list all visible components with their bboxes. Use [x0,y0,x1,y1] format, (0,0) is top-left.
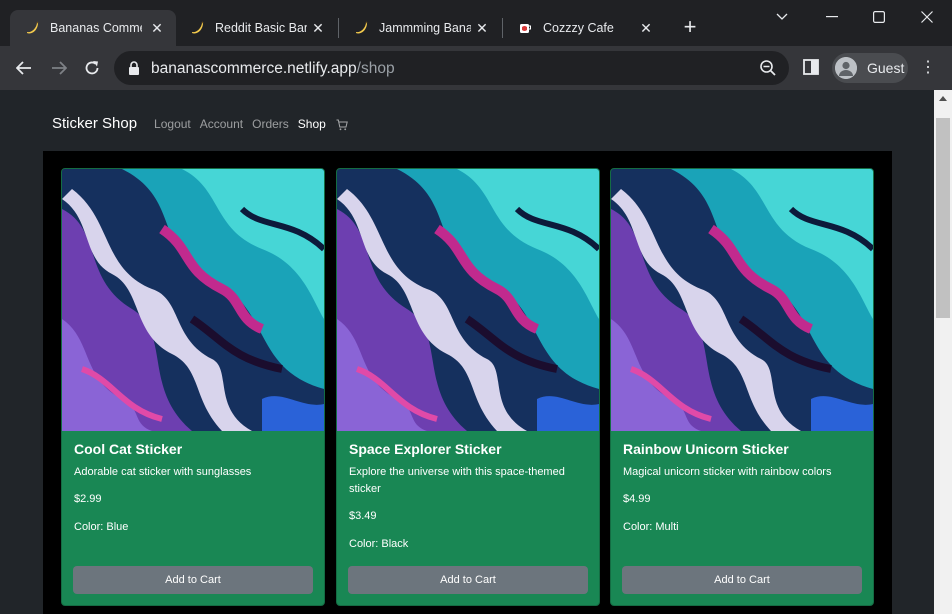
nav-account[interactable]: Account [200,117,243,131]
minimize-icon[interactable] [818,6,846,28]
tab-title: Reddit Basic Bananas [215,21,307,35]
nav-orders[interactable]: Orders [252,117,289,131]
page-container: Sticker Shop Logout Account Orders Shop [43,96,892,614]
back-arrow-icon[interactable] [12,56,36,80]
guest-avatar-icon [835,57,857,79]
card-body: Cool Cat Sticker Adorable cat sticker wi… [74,441,314,533]
product-description: Adorable cat sticker with sunglasses [74,466,252,478]
brand-link[interactable]: Sticker Shop [52,115,137,132]
zoom-icon[interactable] [759,59,777,77]
side-panel-icon[interactable] [803,59,821,77]
nav-logout[interactable]: Logout [154,117,191,131]
tab-reddit-basic-bananas[interactable]: Reddit Basic Bananas ✕ [175,10,337,46]
tab-search-icon[interactable] [768,6,796,28]
product-name: Space Explorer Sticker [349,441,502,457]
profile-label: Guest [867,60,905,76]
tab-strip: Bananas Commerce ✕ Reddit Basic Bananas … [0,0,952,46]
maximize-icon[interactable] [865,6,893,28]
product-price: $3.49 [349,510,377,522]
product-description: Explore the universe with this space-the… [349,466,565,495]
cart-icon[interactable] [336,118,348,130]
lock-icon[interactable] [128,61,140,75]
product-name: Cool Cat Sticker [74,441,183,457]
reload-icon[interactable] [80,56,104,80]
url-path: /shop [356,60,395,77]
more-menu-icon[interactable]: ⋮ [920,58,936,78]
add-to-cart-button[interactable]: Add to Cart [348,566,588,594]
add-to-cart-button[interactable]: Add to Cart [622,566,862,594]
tab-title: Cozzzy Cafe [543,21,614,35]
close-icon[interactable]: ✕ [148,19,166,37]
product-image [337,169,599,431]
scroll-up-arrow-icon[interactable] [939,96,947,101]
product-name: Rainbow Unicorn Sticker [623,441,789,457]
product-card: Cool Cat Sticker Adorable cat sticker wi… [61,168,325,606]
product-image [62,169,324,431]
url-host: bananascommerce.netlify.app [151,60,357,77]
banana-icon [353,20,369,36]
close-icon[interactable]: ✕ [637,19,655,37]
address-bar[interactable]: bananascommerce.netlify.app/shop [114,51,789,85]
tab-title: Bananas Commerce [50,21,142,35]
product-description: Magical unicorn sticker with rainbow col… [623,466,832,478]
scroll-thumb[interactable] [936,118,950,318]
banana-icon [189,20,205,36]
product-color: Color: Blue [74,521,129,533]
card-body: Rainbow Unicorn Sticker Magical unicorn … [623,441,863,533]
tab-jammming-bananas[interactable]: Jammming Bananas ✕ [339,10,501,46]
close-window-icon[interactable] [913,6,941,28]
product-card: Rainbow Unicorn Sticker Magical unicorn … [610,168,874,606]
product-color: Color: Black [349,538,409,550]
browser-toolbar: bananascommerce.netlify.app/shop Guest ⋮ [0,46,952,90]
coffee-cup-icon [517,20,533,36]
product-price: $4.99 [623,493,651,505]
vertical-scrollbar[interactable] [934,90,952,614]
new-tab-button[interactable]: + [678,16,702,40]
product-color: Color: Multi [623,521,679,533]
nav-shop[interactable]: Shop [298,117,326,131]
url-text: bananascommerce.netlify.app/shop [151,60,395,78]
banana-icon [24,20,40,36]
product-price: $2.99 [74,493,102,505]
tab-title: Jammming Bananas [379,21,471,35]
product-card: Space Explorer Sticker Explore the unive… [336,168,600,606]
add-to-cart-button[interactable]: Add to Cart [73,566,313,594]
product-image [611,169,873,431]
page-viewport: Sticker Shop Logout Account Orders Shop [0,90,934,614]
tab-bananas-commerce[interactable]: Bananas Commerce ✕ [10,10,176,46]
close-icon[interactable]: ✕ [473,19,491,37]
card-body: Space Explorer Sticker Explore the unive… [349,441,589,550]
close-icon[interactable]: ✕ [309,19,327,37]
profile-button[interactable]: Guest [832,53,908,83]
browser-window: Bananas Commerce ✕ Reddit Basic Bananas … [0,0,952,614]
site-navbar: Sticker Shop Logout Account Orders Shop [43,96,892,151]
tab-cozzzy-cafe[interactable]: Cozzzy Cafe ✕ [503,10,665,46]
forward-arrow-icon[interactable] [47,56,71,80]
